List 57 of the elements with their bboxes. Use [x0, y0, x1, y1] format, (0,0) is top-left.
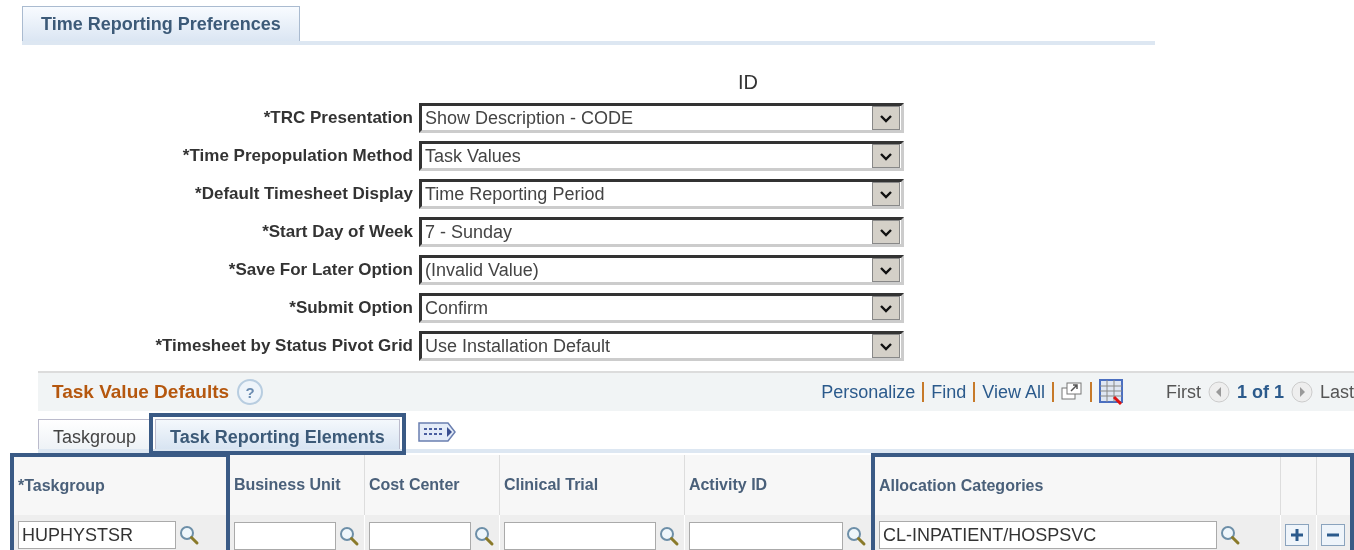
input-field[interactable] [233, 522, 336, 550]
field-label: *TRC Presentation [262, 108, 414, 128]
next-icon[interactable] [1290, 381, 1313, 403]
column-header: Clinical Trial [503, 476, 599, 493]
column-header: *Taskgroup [18, 477, 105, 494]
dropdown-field[interactable]: 7 - Sunday [419, 217, 904, 247]
zoom-icon[interactable] [1060, 382, 1083, 402]
column-header: Activity ID [688, 476, 768, 493]
plus-icon [1290, 528, 1305, 542]
search-icon[interactable] [472, 525, 495, 547]
search-icon[interactable] [844, 525, 867, 547]
field-label: *Default Timesheet Display [194, 184, 414, 204]
chevron-icon [879, 303, 893, 313]
input-field[interactable] [503, 522, 656, 550]
grid-tab[interactable]: Taskgroup [38, 419, 152, 449]
page-count: 1 of 1 [1236, 381, 1284, 403]
id-label: ID [738, 71, 758, 93]
field-label: *Time Prepopulation Method [181, 146, 414, 166]
chevron-icon [879, 265, 893, 275]
input-field[interactable]: CL-INPATIENT/HOSPSVC [878, 521, 1217, 549]
grid-title: Task Value Defaults [52, 381, 230, 403]
dropdown-field[interactable]: Task Values [419, 141, 904, 171]
chevron-icon [879, 189, 893, 199]
input-field[interactable] [368, 522, 471, 550]
dropdown-field[interactable]: Time Reporting Period [419, 179, 904, 209]
dropdown-field[interactable]: Confirm [419, 293, 904, 323]
first-label: First [1165, 381, 1201, 403]
field-label: *Submit Option [288, 298, 414, 318]
field-label: *Start Day of Week [261, 222, 414, 242]
search-icon[interactable] [337, 525, 360, 547]
column-header: Cost Center [368, 476, 460, 493]
chevron-icon [879, 227, 893, 237]
chevron-icon [879, 151, 893, 161]
column-header: Business Unit [233, 476, 341, 493]
chevron-icon [879, 113, 893, 123]
grid-link[interactable]: Personalize [821, 381, 916, 403]
dropdown-field[interactable]: Use Installation Default [419, 331, 904, 361]
input-field[interactable]: HUPHYSTSR [18, 521, 176, 549]
grid-link[interactable]: Find [931, 381, 967, 403]
previous-icon[interactable] [1207, 381, 1230, 403]
show-all-columns-icon[interactable] [415, 421, 458, 443]
field-label: *Timesheet by Status Pivot Grid [154, 336, 414, 356]
spreadsheet-icon[interactable] [1098, 379, 1123, 405]
last-label: Last [1319, 381, 1354, 403]
delete-row-button[interactable] [1320, 524, 1345, 546]
dropdown-field[interactable]: Show Description - CODE [419, 103, 904, 133]
search-icon[interactable] [178, 524, 200, 546]
page-tab[interactable]: Time Reporting Preferences [22, 6, 300, 41]
column-header: Allocation Categories [878, 477, 1044, 494]
field-label: *Save For Later Option [227, 260, 414, 280]
add-row-button[interactable] [1285, 524, 1310, 546]
grid-link[interactable]: View All [982, 381, 1045, 403]
chevron-icon [879, 341, 893, 351]
search-icon[interactable] [657, 525, 680, 547]
input-field[interactable] [688, 522, 843, 550]
dropdown-field[interactable]: (Invalid Value) [419, 255, 904, 285]
search-icon[interactable] [1218, 524, 1241, 546]
